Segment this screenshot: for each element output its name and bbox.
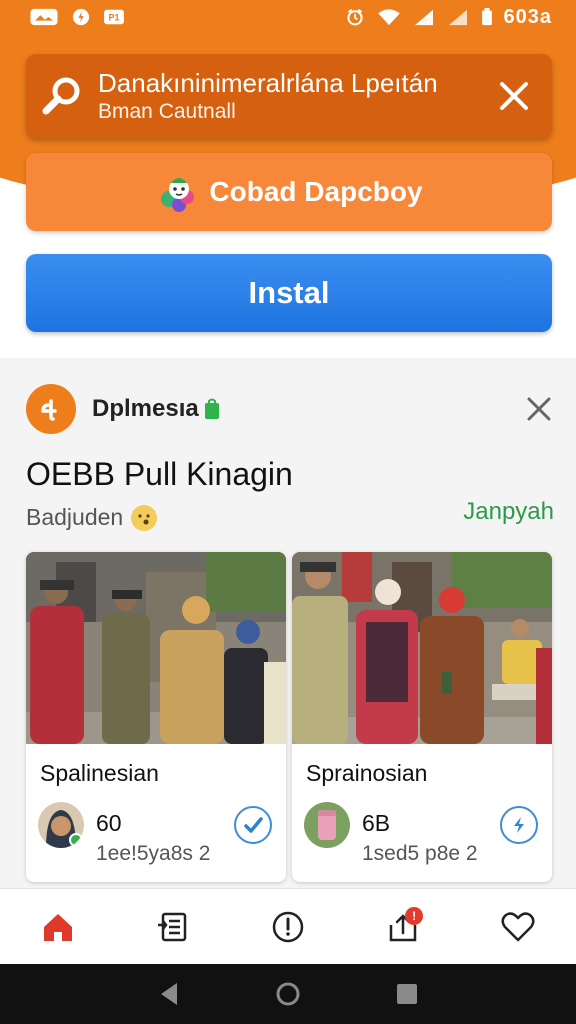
install-label: Instal xyxy=(248,275,330,310)
status-right-icons: 603a xyxy=(344,6,553,29)
signal-icon xyxy=(414,9,433,26)
close-icon[interactable] xyxy=(498,80,530,112)
recents-icon[interactable] xyxy=(395,982,419,1006)
nav-home[interactable] xyxy=(28,897,88,957)
bottom-nav: ! xyxy=(0,888,576,964)
post-link[interactable]: Janpyah xyxy=(463,498,554,526)
open-app-label: Cobad Dapcboy xyxy=(209,176,423,207)
search-text-group[interactable]: Danakıninimeralrlána Lpeıtán Bman Cautna… xyxy=(98,67,494,125)
alert-icon[interactable] xyxy=(270,909,306,945)
tile-count: 60 xyxy=(96,810,122,836)
alarm-icon xyxy=(346,8,363,26)
home-icon[interactable] xyxy=(40,909,76,945)
feed-card: Dplmesıa OEBB Pull Kinagin Badjuden Janp… xyxy=(0,358,576,888)
tile-action-button[interactable] xyxy=(500,806,538,844)
search-bar[interactable]: Danakıninimeralrlána Lpeıtán Bman Cautna… xyxy=(26,54,552,138)
photo-icon xyxy=(30,8,58,26)
tile-title: Sprainosian xyxy=(306,760,428,786)
nav-favorites[interactable] xyxy=(488,897,548,957)
tile-photo[interactable] xyxy=(292,552,552,744)
tile-photo[interactable] xyxy=(26,552,286,744)
channel-avatar[interactable] xyxy=(26,384,76,434)
status-left-icons: P1 xyxy=(28,8,126,26)
status-bar: P1 603a xyxy=(0,0,576,34)
sim-icon: P1 xyxy=(104,9,124,25)
avatar[interactable] xyxy=(304,802,350,848)
post-title: OEBB Pull Kinagin xyxy=(26,456,293,492)
avatar[interactable] xyxy=(38,802,84,848)
bolt-icon xyxy=(514,817,524,833)
notification-badge: ! xyxy=(405,906,424,925)
check-icon xyxy=(244,817,263,833)
channel-name[interactable]: Dplmesıa xyxy=(92,395,199,423)
search-subtitle: Bman Cautnall xyxy=(98,100,236,123)
battery-icon xyxy=(481,8,492,26)
search-query[interactable]: Danakıninimeralrlána Lpeıtán xyxy=(98,67,494,99)
search-icon[interactable] xyxy=(40,74,84,118)
open-app-button[interactable]: Cobad Dapcboy xyxy=(26,153,552,231)
list-icon[interactable] xyxy=(155,909,191,945)
tile-count: 6B xyxy=(362,810,391,836)
tile-action-button[interactable] xyxy=(234,806,272,844)
status-time: 603a xyxy=(503,5,552,28)
media-tile[interactable]: Spalinesian 60 1ee!5ya8s 2 xyxy=(26,552,286,882)
post-subtitle-row: Badjuden xyxy=(26,504,158,531)
back-icon[interactable] xyxy=(157,981,181,1007)
svg-text:P1: P1 xyxy=(108,13,119,23)
system-nav-bar xyxy=(0,964,576,1024)
channel-logo-icon xyxy=(41,399,57,421)
media-tile[interactable]: Sprainosian 6B 1sed5 p8e 2 xyxy=(292,552,552,882)
tile-title: Spalinesian xyxy=(40,760,159,786)
home-circle-icon[interactable] xyxy=(275,981,301,1007)
nav-share[interactable]: ! xyxy=(373,897,433,957)
heart-icon[interactable] xyxy=(500,909,536,945)
signal-icon xyxy=(448,9,467,26)
nav-list[interactable] xyxy=(143,897,203,957)
emoji-icon xyxy=(131,504,158,531)
channel-header[interactable]: Dplmesıa xyxy=(26,382,556,436)
nav-alert[interactable] xyxy=(258,897,318,957)
post-subtitle: Badjuden xyxy=(26,504,124,530)
clear-search-button[interactable] xyxy=(494,76,534,116)
verified-icon xyxy=(204,398,219,419)
wifi-icon xyxy=(377,9,400,26)
notification-icon xyxy=(72,8,90,26)
install-button[interactable]: Instal xyxy=(26,254,552,332)
dismiss-card-icon[interactable] xyxy=(524,394,554,424)
tile-meta: 1sed5 p8e 2 xyxy=(362,842,478,865)
app-logo-icon xyxy=(161,178,195,212)
tile-meta: 1ee!5ya8s 2 xyxy=(96,842,211,865)
